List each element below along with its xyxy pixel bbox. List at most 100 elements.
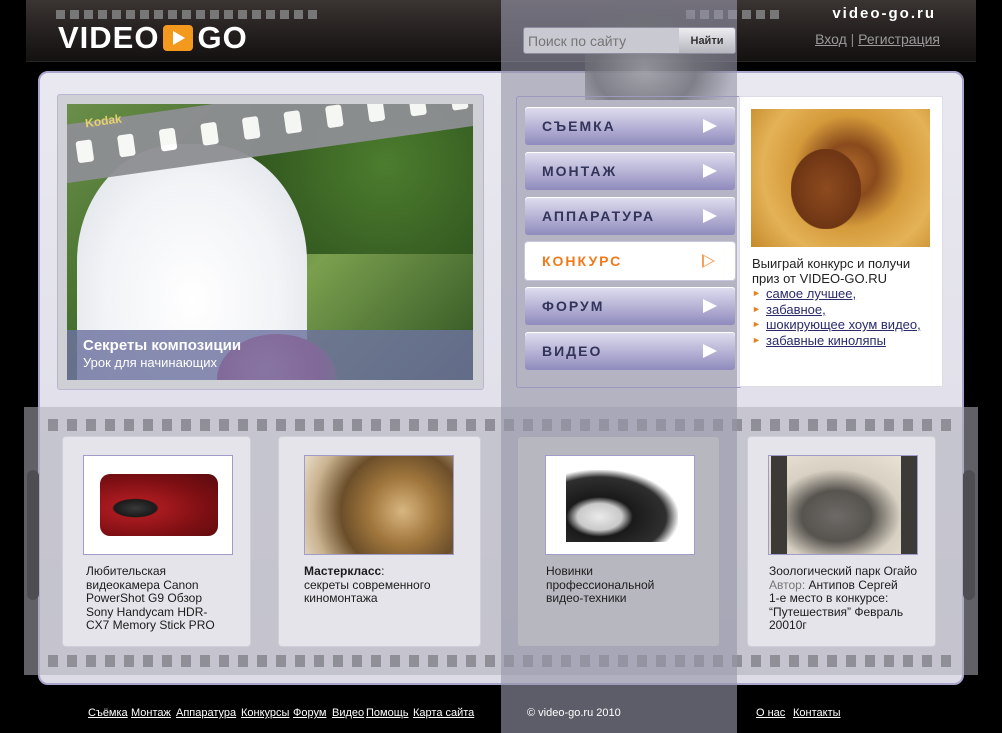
film-hole xyxy=(884,655,894,667)
masterclass-title: Мастеркласс xyxy=(304,564,382,578)
film-hole xyxy=(333,655,343,667)
contest-link-best[interactable]: самое лучшее, xyxy=(766,286,856,301)
login-link[interactable]: Вход xyxy=(815,31,847,47)
film-hole xyxy=(884,419,894,431)
film-hole xyxy=(105,419,115,431)
list-item: забавные киноляпы xyxy=(752,333,921,349)
film-hole xyxy=(352,655,362,667)
film-hole xyxy=(124,655,134,667)
arrow-right-icon xyxy=(703,119,717,133)
footer-link-about[interactable]: О нас xyxy=(756,707,785,719)
film-hole xyxy=(827,655,837,667)
search-input[interactable] xyxy=(528,31,678,51)
hero-title[interactable]: Секреты композиции xyxy=(83,337,241,354)
film-hole xyxy=(922,419,932,431)
card-description: Новинки профессиональной видео-техники xyxy=(546,564,655,605)
film-hole xyxy=(314,419,324,431)
strip-right-edge xyxy=(963,470,975,600)
contest-link-funny[interactable]: забавное, xyxy=(766,302,826,317)
footer-link-contests[interactable]: Конкурсы xyxy=(241,707,289,719)
arrow-right-icon xyxy=(703,344,717,358)
register-link[interactable]: Регистрация xyxy=(858,31,940,47)
film-hole xyxy=(808,655,818,667)
site-logo[interactable]: VIDEO GO xyxy=(58,20,248,56)
card-camcorder[interactable]: Любительская видеокамера Canon PowerShot… xyxy=(62,436,251,647)
film-hole xyxy=(846,655,856,667)
footer-link-equipment[interactable]: Аппаратура xyxy=(176,707,236,719)
film-hole xyxy=(447,655,457,667)
film-hole xyxy=(276,419,286,431)
hero-subtitle: Урок для начинающих xyxy=(83,355,218,370)
search-button[interactable]: Найти xyxy=(679,28,735,53)
film-hole xyxy=(409,419,419,431)
film-hole xyxy=(808,419,818,431)
menu-item-label: СЪЕМКА xyxy=(542,118,616,134)
contest-link-shocking[interactable]: шокирующее хоум видео, xyxy=(766,317,921,332)
film-hole xyxy=(371,419,381,431)
film-hole xyxy=(770,419,780,431)
film-hole xyxy=(789,655,799,667)
menu-item-video[interactable]: ВИДЕО xyxy=(525,332,735,370)
film-hole xyxy=(48,655,58,667)
film-reel-image[interactable] xyxy=(304,455,454,555)
footer-link-contacts[interactable]: Контакты xyxy=(793,707,841,719)
elephant-image[interactable] xyxy=(768,455,918,555)
film-hole xyxy=(941,655,951,667)
film-hole xyxy=(846,419,856,431)
footer-link-editing[interactable]: Монтаж xyxy=(131,707,171,719)
film-hole xyxy=(276,655,286,667)
strip-left-edge xyxy=(27,470,39,600)
squirrel-image[interactable] xyxy=(751,109,930,247)
menu-item-label: МОНТАЖ xyxy=(542,163,618,179)
film-hole xyxy=(485,419,495,431)
film-hole xyxy=(143,419,153,431)
footer-link-sitemap[interactable]: Карта сайта xyxy=(413,707,474,719)
film-hole xyxy=(466,655,476,667)
film-hole xyxy=(827,419,837,431)
film-hole xyxy=(200,655,210,667)
menu-item-contest[interactable]: КОНКУРС xyxy=(525,242,735,280)
film-hole xyxy=(200,419,210,431)
footer-link-help[interactable]: Помощь xyxy=(366,707,409,719)
card-pro-video[interactable]: Новинки профессиональной видео-техники xyxy=(517,436,720,647)
film-hole xyxy=(485,655,495,667)
film-hole xyxy=(409,655,419,667)
menu-item-label: ФОРУМ xyxy=(542,298,605,314)
film-hole xyxy=(865,419,875,431)
film-hole xyxy=(751,419,761,431)
footer-link-forum[interactable]: Форум xyxy=(293,707,326,719)
menu-item-shooting[interactable]: СЪЕМКА xyxy=(525,107,735,145)
card-masterclass[interactable]: Мастеркласс: секреты современного киномо… xyxy=(278,436,481,647)
film-hole xyxy=(352,419,362,431)
elephant-leg-right xyxy=(901,456,917,554)
film-hole xyxy=(466,419,476,431)
film-hole xyxy=(219,419,229,431)
menu-item-equipment[interactable]: АППАРАТУРА xyxy=(525,197,735,235)
contest-panel: Выиграй конкурс и получи приз от VIDEO-G… xyxy=(739,96,943,387)
camcorder-image[interactable] xyxy=(83,455,233,555)
elephant-picture xyxy=(769,456,917,554)
film-hole xyxy=(903,419,913,431)
film-hole xyxy=(428,655,438,667)
menu-item-forum[interactable]: ФОРУМ xyxy=(525,287,735,325)
film-hole xyxy=(390,655,400,667)
film-hole xyxy=(333,419,343,431)
card-description: Любительская видеокамера Canon PowerShot… xyxy=(86,564,215,632)
footer-link-shooting[interactable]: Съёмка xyxy=(88,707,128,719)
list-item: забавное, xyxy=(752,302,921,318)
hero-banner[interactable]: Kodak Секреты композиции Урок для начина… xyxy=(67,104,473,380)
film-hole xyxy=(295,655,305,667)
contest-link-bloopers[interactable]: забавные киноляпы xyxy=(766,333,886,348)
film-hole xyxy=(181,419,191,431)
menu-item-editing[interactable]: МОНТАЖ xyxy=(525,152,735,190)
film-hole xyxy=(770,655,780,667)
film-hole xyxy=(903,655,913,667)
auth-links: Вход | Регистрация xyxy=(815,31,940,47)
pro-camera-image[interactable] xyxy=(545,455,695,555)
footer-link-video[interactable]: Видео xyxy=(332,707,364,719)
contest-categories: самое лучшее, забавное, шокирующее хоум … xyxy=(752,286,921,348)
card-zoo[interactable]: Зоологический парк Огайо Автор: Антипов … xyxy=(747,436,936,647)
film-hole xyxy=(86,655,96,667)
copyright-text: © video-go.ru 2010 xyxy=(527,707,621,719)
menu-item-label: КОНКУРС xyxy=(542,253,623,269)
